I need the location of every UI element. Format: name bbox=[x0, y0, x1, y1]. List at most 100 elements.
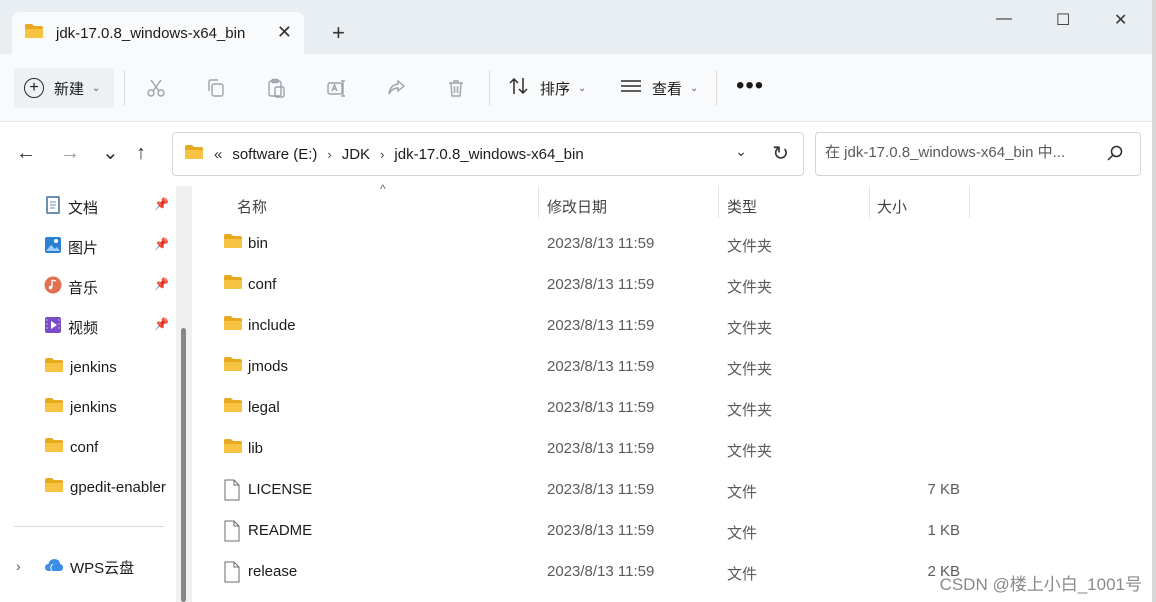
tab-active[interactable]: jdk-17.0.8_windows-x64_bin ✕ bbox=[12, 12, 304, 54]
sidebar-item-label: jenkins bbox=[70, 398, 117, 416]
chevron-right-icon[interactable]: › bbox=[327, 147, 331, 162]
sidebar-item-jenkins[interactable]: jenkins bbox=[44, 395, 184, 419]
file-type: 文件 bbox=[727, 525, 758, 542]
plus-circle-icon: + bbox=[24, 78, 44, 98]
file-type: 文件夹 bbox=[727, 361, 773, 378]
file-row[interactable]: bin 2023/8/13 11:59 文件夹 bbox=[214, 224, 1144, 265]
command-bar: + 新建 ⌄ 排序 ⌄ 查看 ⌄ ••• bbox=[0, 54, 1156, 122]
view-button[interactable]: 查看 ⌄ bbox=[620, 68, 698, 108]
maximize-button[interactable]: ☐ bbox=[1056, 10, 1070, 30]
view-list-icon bbox=[620, 78, 642, 98]
sort-button[interactable]: 排序 ⌄ bbox=[508, 68, 586, 108]
folder-icon bbox=[24, 23, 44, 43]
music-icon bbox=[44, 276, 62, 298]
column-divider[interactable] bbox=[538, 186, 539, 218]
file-modified: 2023/8/13 11:59 bbox=[547, 317, 655, 334]
minimize-button[interactable]: — bbox=[996, 10, 1012, 28]
toolbar-divider bbox=[124, 70, 125, 106]
scrollbar-thumb[interactable] bbox=[181, 328, 186, 602]
expand-chevron-icon[interactable]: › bbox=[16, 558, 21, 574]
folder-icon bbox=[223, 397, 243, 417]
copy-icon[interactable] bbox=[204, 76, 228, 100]
file-modified: 2023/8/13 11:59 bbox=[547, 563, 655, 580]
breadcrumb-item[interactable]: JDK bbox=[342, 146, 370, 163]
search-box[interactable] bbox=[815, 132, 1141, 176]
new-button[interactable]: + 新建 ⌄ bbox=[14, 68, 114, 108]
sidebar-item-gpedit-enabler[interactable]: gpedit-enabler bbox=[44, 475, 184, 499]
file-list: ^ 名称 修改日期 类型 大小 bin 2023/8/13 11:59 文件夹 … bbox=[194, 182, 1156, 602]
toolbar-divider bbox=[716, 70, 717, 106]
file-name: legal bbox=[248, 399, 280, 416]
breadcrumb-item[interactable]: jdk-17.0.8_windows-x64_bin bbox=[394, 146, 583, 163]
folder-icon bbox=[223, 315, 243, 335]
file-row[interactable]: conf 2023/8/13 11:59 文件夹 bbox=[214, 265, 1144, 306]
search-input[interactable] bbox=[825, 144, 1095, 161]
file-row[interactable]: include 2023/8/13 11:59 文件夹 bbox=[214, 306, 1144, 347]
sidebar-item-documents[interactable]: 文档 📌 bbox=[44, 195, 184, 219]
address-dropdown-button[interactable]: ⌄ bbox=[735, 143, 747, 160]
sidebar-scrollbar[interactable] bbox=[176, 186, 192, 602]
column-divider[interactable] bbox=[869, 186, 870, 218]
file-name: README bbox=[248, 522, 313, 539]
sidebar-item-label: gpedit-enabler bbox=[70, 478, 166, 496]
file-name: include bbox=[248, 317, 296, 334]
file-row[interactable]: legal 2023/8/13 11:59 文件夹 bbox=[214, 388, 1144, 429]
file-name: conf bbox=[248, 276, 277, 293]
refresh-button[interactable]: ↻ bbox=[772, 141, 789, 166]
folder-icon bbox=[44, 477, 64, 497]
file-icon bbox=[223, 479, 241, 505]
file-name: lib bbox=[248, 440, 264, 457]
file-modified: 2023/8/13 11:59 bbox=[547, 358, 655, 375]
recent-locations-button[interactable]: ⌄ bbox=[102, 142, 119, 164]
sidebar-item-wps-cloud[interactable]: WPS云盘 bbox=[44, 555, 184, 579]
delete-icon[interactable] bbox=[444, 76, 468, 100]
search-icon[interactable] bbox=[1106, 144, 1124, 166]
sidebar-item-videos[interactable]: 视频 📌 bbox=[44, 315, 184, 339]
sort-ascending-indicator: ^ bbox=[380, 182, 386, 196]
tab-close-button[interactable]: ✕ bbox=[277, 22, 292, 42]
cloud-icon bbox=[44, 558, 64, 576]
file-row[interactable]: README 2023/8/13 11:59 文件 1 KB bbox=[214, 511, 1144, 552]
file-row[interactable]: LICENSE 2023/8/13 11:59 文件 7 KB bbox=[214, 470, 1144, 511]
watermark: CSDN @楼上小白_1001号 bbox=[939, 575, 1142, 594]
folder-icon bbox=[44, 397, 64, 417]
rename-icon[interactable] bbox=[324, 76, 348, 100]
sidebar-item-pictures[interactable]: 图片 📌 bbox=[44, 235, 184, 259]
view-label: 查看 bbox=[652, 80, 683, 98]
up-button[interactable]: ↑ bbox=[136, 142, 146, 164]
more-options-button[interactable]: ••• bbox=[736, 74, 764, 98]
sidebar-item-music[interactable]: 音乐 📌 bbox=[44, 275, 184, 299]
column-divider[interactable] bbox=[969, 186, 970, 218]
folder-icon bbox=[223, 438, 243, 458]
paste-icon[interactable] bbox=[264, 76, 288, 100]
column-divider[interactable] bbox=[718, 186, 719, 218]
new-tab-button[interactable]: + bbox=[332, 22, 345, 44]
column-header-type[interactable]: 类型 bbox=[727, 196, 757, 217]
file-row[interactable]: lib 2023/8/13 11:59 文件夹 bbox=[214, 429, 1144, 470]
sidebar-divider bbox=[14, 526, 164, 527]
file-name: LICENSE bbox=[248, 481, 313, 498]
navigation-pane: 文档 📌 图片 📌 音乐 📌 视频 📌 jenkins jenkins conf… bbox=[0, 186, 192, 602]
sidebar-item-conf[interactable]: conf bbox=[44, 435, 184, 459]
file-type: 文件夹 bbox=[727, 238, 773, 255]
column-header-size[interactable]: 大小 bbox=[877, 196, 907, 217]
share-icon[interactable] bbox=[384, 76, 408, 100]
sort-label: 排序 bbox=[540, 80, 571, 98]
chevron-right-icon[interactable]: › bbox=[380, 147, 384, 162]
file-row[interactable]: jmods 2023/8/13 11:59 文件夹 bbox=[214, 347, 1144, 388]
toolbar-divider bbox=[489, 70, 490, 106]
breadcrumb-item[interactable]: software (E:) bbox=[232, 146, 317, 163]
breadcrumb-overflow[interactable]: « bbox=[214, 146, 222, 163]
column-header-modified[interactable]: 修改日期 bbox=[547, 196, 607, 217]
file-modified: 2023/8/13 11:59 bbox=[547, 522, 655, 539]
cut-icon[interactable] bbox=[144, 76, 168, 100]
column-header-name[interactable]: 名称 bbox=[237, 196, 267, 217]
forward-button[interactable]: → bbox=[60, 142, 80, 164]
chevron-down-icon: ⌄ bbox=[578, 82, 587, 94]
sidebar-item-jenkins[interactable]: jenkins bbox=[44, 355, 184, 379]
back-button[interactable]: ← bbox=[16, 142, 36, 164]
address-bar[interactable]: « software (E:) › JDK › jdk-17.0.8_windo… bbox=[172, 132, 804, 176]
close-window-button[interactable]: ✕ bbox=[1114, 10, 1127, 30]
file-type: 文件夹 bbox=[727, 443, 773, 460]
chevron-down-icon: ⌄ bbox=[690, 82, 699, 94]
